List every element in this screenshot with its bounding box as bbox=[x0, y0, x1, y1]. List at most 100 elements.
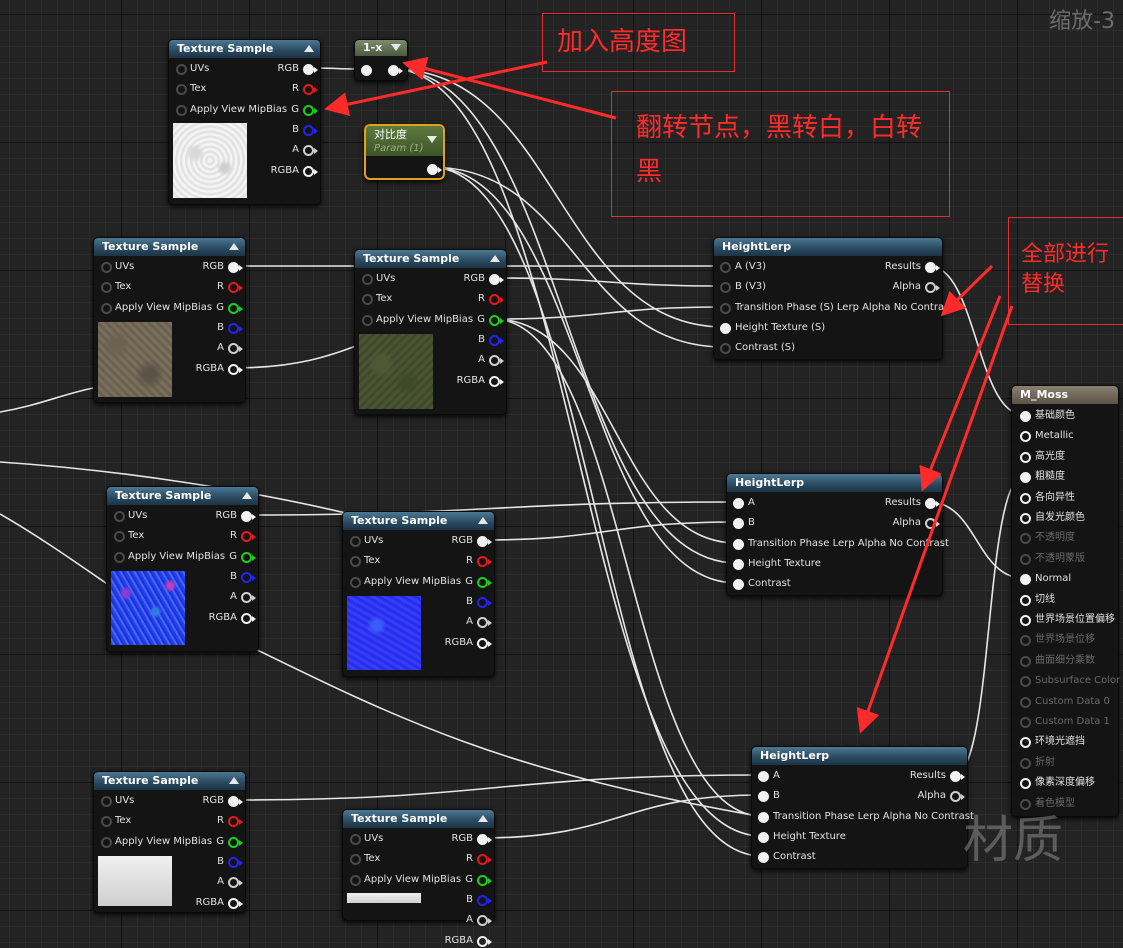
input-pin-uvs[interactable] bbox=[114, 511, 125, 522]
input-pin-tex[interactable] bbox=[114, 531, 125, 542]
output-pin-rgba[interactable] bbox=[303, 166, 318, 177]
output-pin-rgba[interactable] bbox=[489, 376, 504, 387]
material-input-pin[interactable] bbox=[1020, 676, 1031, 688]
material-input-pin[interactable] bbox=[1020, 655, 1031, 667]
output-pin-results[interactable] bbox=[950, 771, 965, 782]
input-pin-tex[interactable] bbox=[176, 84, 187, 95]
output-pin-rgb[interactable] bbox=[228, 262, 243, 273]
material-input-pin[interactable] bbox=[1020, 492, 1031, 504]
input-pin-mip[interactable] bbox=[350, 577, 361, 588]
node-header[interactable]: 1-x bbox=[355, 40, 407, 56]
output-pin-g[interactable] bbox=[228, 837, 243, 848]
input-pin-contrast[interactable] bbox=[758, 852, 769, 863]
output-pin-rgba[interactable] bbox=[228, 898, 243, 909]
output-pin-a[interactable] bbox=[228, 343, 243, 354]
output-pin-r[interactable] bbox=[489, 294, 504, 305]
input-pin-uvs[interactable] bbox=[350, 536, 361, 547]
node-header[interactable]: HeightLerp bbox=[727, 474, 942, 492]
collapse-icon[interactable] bbox=[229, 243, 239, 250]
input-pin-b[interactable] bbox=[758, 791, 769, 802]
material-input-pin[interactable] bbox=[1020, 717, 1031, 728]
output-pin-a[interactable] bbox=[477, 915, 492, 926]
texture-sample-node[interactable]: Texture Sample UVs Tex Apply View MipBias RG… bbox=[354, 249, 507, 415]
material-input-pin[interactable] bbox=[1020, 472, 1031, 484]
node-header[interactable]: Texture Sample bbox=[94, 772, 245, 790]
material-input-pin[interactable] bbox=[1020, 696, 1031, 708]
input-pin-phase[interactable] bbox=[720, 303, 731, 314]
output-pin-rgb[interactable] bbox=[477, 536, 492, 547]
input-pin-height[interactable] bbox=[758, 832, 769, 843]
texture-sample-node[interactable]: Texture Sample UVs Tex Apply View MipBias RG… bbox=[342, 511, 495, 677]
output-pin-a[interactable] bbox=[241, 592, 256, 603]
output-pin-b[interactable] bbox=[241, 572, 256, 583]
input-pin-phase[interactable] bbox=[758, 812, 769, 823]
node-header[interactable]: HeightLerp bbox=[714, 238, 942, 256]
input-pin-mip[interactable] bbox=[350, 875, 361, 886]
output-pin-g[interactable] bbox=[228, 303, 243, 314]
material-input-pin[interactable] bbox=[1020, 737, 1031, 749]
input-pin-contrast[interactable] bbox=[733, 579, 744, 590]
material-input-pin[interactable] bbox=[1020, 635, 1031, 647]
input-pin-mip[interactable] bbox=[362, 315, 373, 326]
output-pin-r[interactable] bbox=[303, 84, 318, 95]
input-pin-mip[interactable] bbox=[101, 837, 112, 848]
material-input-pin[interactable] bbox=[1020, 533, 1031, 545]
texture-sample-node[interactable]: Texture Sample UVs Tex Apply View MipBias RG… bbox=[342, 809, 495, 947]
output-pin-g[interactable] bbox=[241, 552, 256, 563]
output-pin-rgba[interactable] bbox=[228, 364, 243, 375]
heightlerp-node[interactable]: HeightLerp A (V3) B (V3) Transition Phase (… bbox=[713, 237, 953, 360]
output-pin-b[interactable] bbox=[489, 335, 504, 346]
input-pin-tex[interactable] bbox=[362, 294, 373, 305]
input-pin-tex[interactable] bbox=[350, 556, 361, 567]
input-pin-uvs[interactable] bbox=[176, 64, 187, 75]
material-input-pin[interactable] bbox=[1020, 574, 1031, 586]
output-pin-alpha[interactable] bbox=[925, 518, 940, 529]
input-pin-mip[interactable] bbox=[101, 303, 112, 314]
output-pin-r[interactable] bbox=[228, 282, 243, 293]
output-pin-b[interactable] bbox=[477, 597, 492, 608]
output-pin-b[interactable] bbox=[477, 895, 492, 906]
output-pin-rgb[interactable] bbox=[241, 511, 256, 522]
output-pin-b[interactable] bbox=[228, 323, 243, 334]
output-pin-r[interactable] bbox=[241, 531, 256, 542]
output-pin-alpha[interactable] bbox=[925, 282, 940, 293]
input-pin-a[interactable] bbox=[720, 262, 731, 273]
one-minus-node[interactable]: 1-x bbox=[354, 39, 408, 81]
output-pin-a[interactable] bbox=[489, 355, 504, 366]
material-input-pin[interactable] bbox=[1020, 553, 1031, 565]
output-pin-a[interactable] bbox=[228, 877, 243, 888]
material-input-pin[interactable] bbox=[1020, 451, 1031, 463]
material-result-node[interactable]: M_Moss 基础颜色 Metallic 高光度 粗糙度 各向异性 自发光颜色 不透明度 不透明… bbox=[1011, 385, 1120, 817]
material-input-pin[interactable] bbox=[1020, 594, 1031, 606]
collapse-icon[interactable] bbox=[478, 815, 488, 822]
node-header[interactable]: Texture Sample bbox=[343, 810, 494, 828]
collapse-icon[interactable] bbox=[427, 136, 437, 143]
material-input-pin[interactable] bbox=[1020, 431, 1031, 443]
input-pin-uvs[interactable] bbox=[101, 796, 112, 807]
material-input-pin[interactable] bbox=[1020, 411, 1031, 422]
input-pin-uvs[interactable] bbox=[362, 274, 373, 285]
input-pin-tex[interactable] bbox=[101, 282, 112, 293]
input-pin-contrast[interactable] bbox=[720, 343, 731, 354]
texture-sample-node[interactable]: Texture Sample UVs Tex Apply View MipBias RG… bbox=[168, 39, 321, 205]
input-pin-height[interactable] bbox=[733, 559, 744, 570]
output-pin-g[interactable] bbox=[303, 105, 318, 116]
input-pin-uvs[interactable] bbox=[101, 262, 112, 273]
material-input-pin[interactable] bbox=[1020, 757, 1031, 769]
texture-sample-node[interactable]: Texture Sample UVs Tex Apply View MipBias RG… bbox=[93, 771, 246, 913]
input-pin-b[interactable] bbox=[733, 518, 744, 529]
output-pin-r[interactable] bbox=[477, 556, 492, 567]
output-pin-rgb[interactable] bbox=[303, 64, 318, 75]
output-pin-alpha[interactable] bbox=[950, 791, 965, 802]
output-pin-rgba[interactable] bbox=[241, 613, 256, 624]
input-pin-height[interactable] bbox=[720, 323, 731, 334]
node-header[interactable]: Texture Sample bbox=[169, 40, 320, 58]
node-header[interactable]: Texture Sample bbox=[107, 487, 258, 505]
input-pin-x[interactable] bbox=[361, 65, 372, 76]
material-input-pin[interactable] bbox=[1020, 778, 1031, 790]
output-pin-rgb[interactable] bbox=[228, 796, 243, 807]
heightlerp-node[interactable]: HeightLerp A B Transition Phase Lerp Alpha … bbox=[751, 746, 974, 869]
input-pin-mip[interactable] bbox=[114, 552, 125, 563]
output-pin-r[interactable] bbox=[228, 816, 243, 827]
output-pin-g[interactable] bbox=[477, 577, 492, 588]
